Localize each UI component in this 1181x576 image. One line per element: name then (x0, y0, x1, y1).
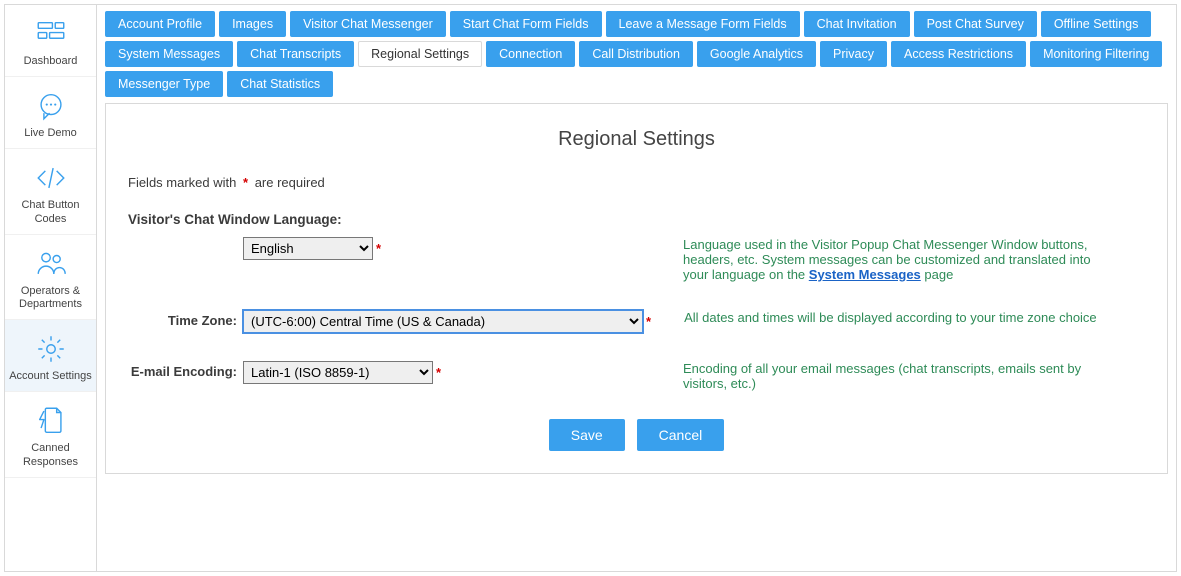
sidebar: Dashboard Live Demo Chat Button Codes Opera… (5, 5, 97, 571)
gear-icon (9, 330, 92, 368)
encoding-label: E-mail Encoding: (128, 361, 243, 379)
row-language: English * Language used in the Visitor P… (128, 237, 1145, 282)
asterisk-icon: * (643, 314, 654, 329)
save-button[interactable]: Save (549, 419, 625, 451)
tab-account-profile[interactable]: Account Profile (105, 11, 215, 37)
required-note-prefix: Fields marked with (128, 175, 236, 190)
row-timezone: Time Zone: (UTC-6:00) Central Time (US &… (128, 310, 1145, 333)
system-messages-link[interactable]: System Messages (809, 267, 921, 282)
encoding-select[interactable]: Latin-1 (ISO 8859-1) (243, 361, 433, 384)
tab-monitoring-filtering[interactable]: Monitoring Filtering (1030, 41, 1162, 67)
tab-regional-settings[interactable]: Regional Settings (358, 41, 482, 67)
sidebar-item-label: Dashboard (9, 55, 92, 68)
dashboard-icon (9, 15, 92, 53)
settings-panel: Regional Settings Fields marked with * a… (105, 103, 1168, 474)
tab-post-chat-survey[interactable]: Post Chat Survey (914, 11, 1037, 37)
required-note: Fields marked with * are required (128, 175, 1145, 190)
tab-system-messages[interactable]: System Messages (105, 41, 233, 67)
row-encoding: E-mail Encoding: Latin-1 (ISO 8859-1) * … (128, 361, 1145, 391)
main-content: Account ProfileImagesVisitor Chat Messen… (97, 5, 1176, 571)
asterisk-icon: * (240, 175, 251, 190)
sidebar-item-canned[interactable]: Canned Responses (5, 392, 96, 477)
people-icon (9, 245, 92, 283)
tab-chat-invitation[interactable]: Chat Invitation (804, 11, 910, 37)
sidebar-item-livedemo[interactable]: Live Demo (5, 77, 96, 149)
tab-images[interactable]: Images (219, 11, 286, 37)
cancel-button[interactable]: Cancel (637, 419, 725, 451)
sidebar-item-dashboard[interactable]: Dashboard (5, 5, 96, 77)
tab-call-distribution[interactable]: Call Distribution (579, 41, 693, 67)
code-icon (9, 159, 92, 197)
asterisk-icon: * (433, 365, 444, 380)
tab-leave-a-message-form-fields[interactable]: Leave a Message Form Fields (606, 11, 800, 37)
timezone-help: All dates and times will be displayed ac… (654, 310, 1104, 325)
sidebar-item-label: Operators & Departments (9, 285, 92, 311)
language-section-heading: Visitor's Chat Window Language: (128, 212, 1145, 227)
tab-chat-statistics[interactable]: Chat Statistics (227, 71, 333, 97)
sidebar-item-operators[interactable]: Operators & Departments (5, 235, 96, 320)
tab-connection[interactable]: Connection (486, 41, 575, 67)
encoding-help: Encoding of all your email messages (cha… (653, 361, 1103, 391)
sidebar-item-label: Chat Button Codes (9, 199, 92, 225)
sidebar-item-label: Account Settings (9, 370, 92, 383)
sidebar-item-buttoncodes[interactable]: Chat Button Codes (5, 149, 96, 234)
tab-start-chat-form-fields[interactable]: Start Chat Form Fields (450, 11, 602, 37)
bolt-file-icon (9, 402, 92, 440)
tab-privacy[interactable]: Privacy (820, 41, 887, 67)
language-select[interactable]: English (243, 237, 373, 260)
tab-access-restrictions[interactable]: Access Restrictions (891, 41, 1026, 67)
language-help: Language used in the Visitor Popup Chat … (653, 237, 1103, 282)
timezone-label: Time Zone: (128, 310, 243, 328)
asterisk-icon: * (373, 241, 384, 256)
tab-visitor-chat-messenger[interactable]: Visitor Chat Messenger (290, 11, 446, 37)
sidebar-item-label: Canned Responses (9, 442, 92, 468)
tab-offline-settings[interactable]: Offline Settings (1041, 11, 1152, 37)
page-title: Regional Settings (128, 128, 1145, 151)
button-row: Save Cancel (128, 419, 1145, 451)
required-note-suffix: are required (255, 175, 325, 190)
tab-messenger-type[interactable]: Messenger Type (105, 71, 223, 97)
sidebar-item-label: Live Demo (9, 127, 92, 140)
tabstrip: Account ProfileImagesVisitor Chat Messen… (105, 11, 1168, 97)
chat-icon (9, 87, 92, 125)
sidebar-item-account[interactable]: Account Settings (5, 320, 96, 392)
tab-google-analytics[interactable]: Google Analytics (697, 41, 816, 67)
language-help-text-b: page (924, 267, 953, 282)
tab-chat-transcripts[interactable]: Chat Transcripts (237, 41, 354, 67)
timezone-select[interactable]: (UTC-6:00) Central Time (US & Canada) (243, 310, 643, 333)
